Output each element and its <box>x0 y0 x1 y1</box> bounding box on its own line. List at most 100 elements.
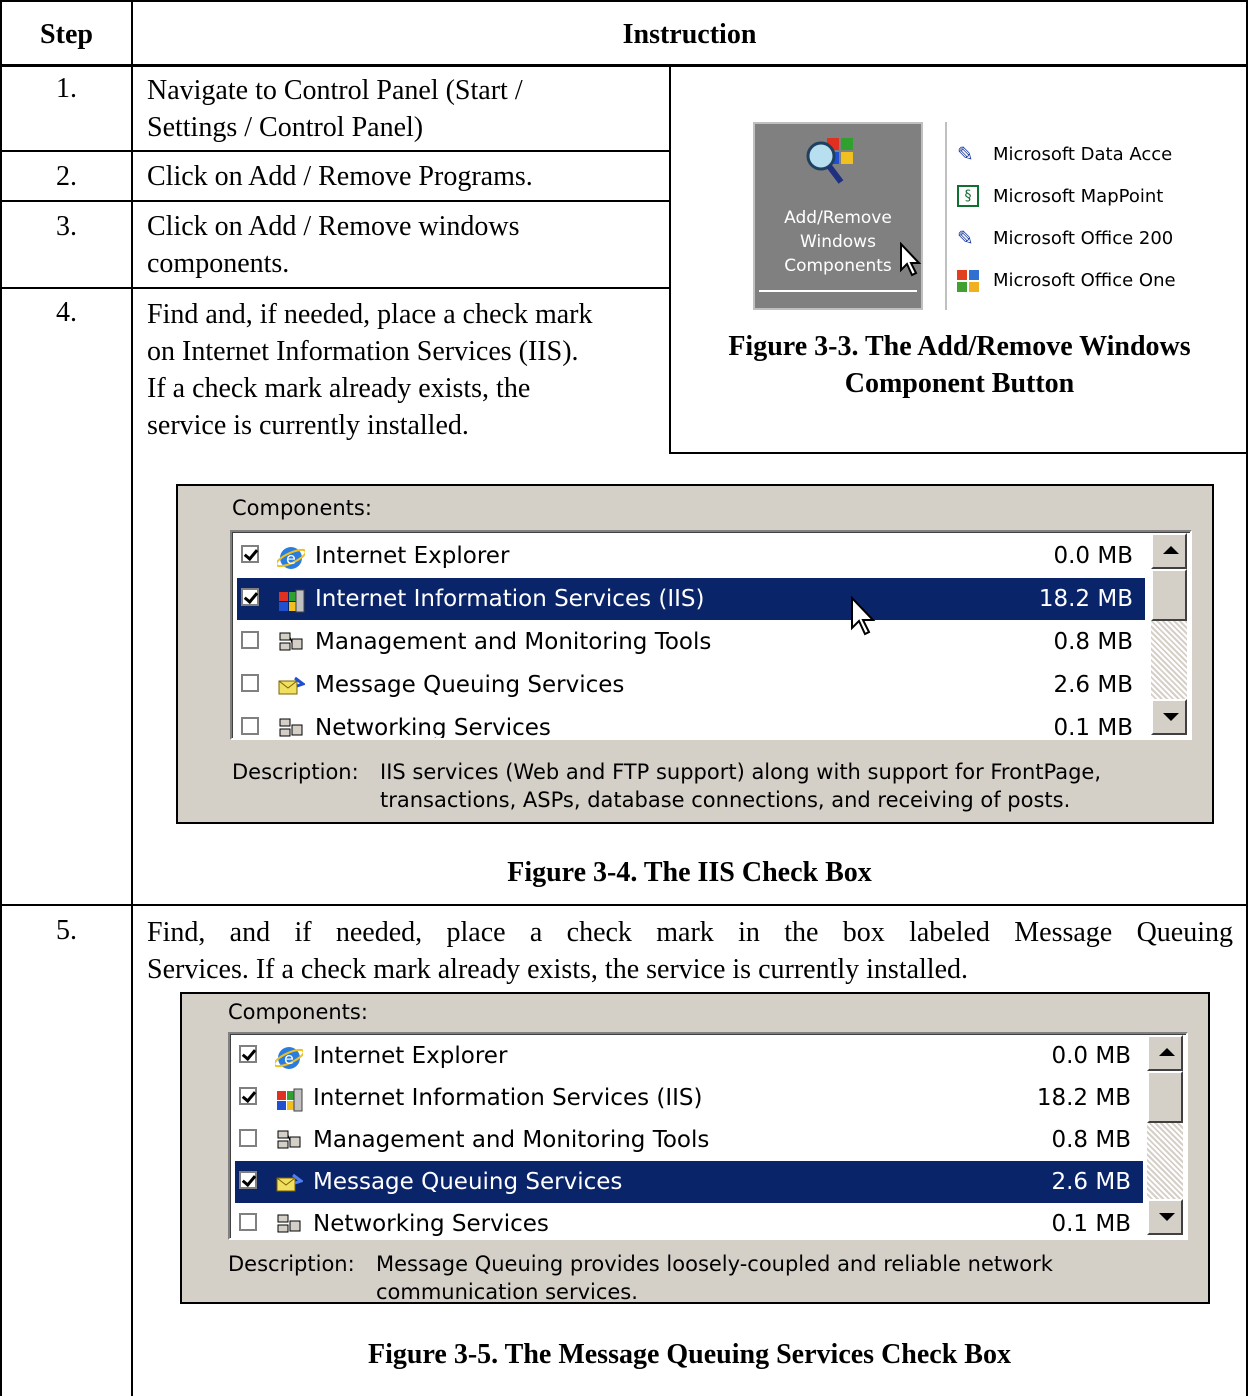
figure35-components-dialog: Components: e Internet Explorer 0.0 MB I… <box>180 992 1210 1304</box>
component-name: Message Queuing Services <box>313 1169 623 1195</box>
scroll-up-arrow-icon[interactable] <box>1147 1035 1183 1071</box>
button-label-line: Add/Remove <box>784 208 892 228</box>
program-list-item[interactable]: ✎ Microsoft Data Acce <box>957 134 1176 176</box>
step-1-line: Navigate to Control Panel (Start / <box>147 75 523 106</box>
mouse-pointer-icon <box>851 596 876 636</box>
installer-icon: ✎ <box>957 226 974 250</box>
description-label: Description: <box>232 760 359 784</box>
component-size: 0.8 MB <box>1051 1127 1131 1153</box>
program-name: Microsoft Data Acce <box>993 144 1173 165</box>
step-4-text: Find and, if needed, place a check mark … <box>147 296 592 444</box>
component-row[interactable]: e Internet Explorer 0.0 MB <box>237 535 1145 577</box>
component-size: 0.8 MB <box>1053 629 1133 655</box>
list-divider <box>945 122 947 310</box>
description-text: Message Queuing provides loosely-coupled… <box>376 1250 1053 1306</box>
components-list[interactable]: e Internet Explorer 0.0 MB Internet Info… <box>230 530 1192 740</box>
step-4-line: service is currently installed. <box>147 410 469 441</box>
network-tools-icon <box>277 629 305 655</box>
networking-icon <box>277 715 305 738</box>
component-row[interactable]: Message Queuing Services 2.6 MB <box>237 664 1145 706</box>
component-size: 2.6 MB <box>1053 672 1133 698</box>
step-1-line: Settings / Control Panel) <box>147 112 424 143</box>
caption-line: Figure 3-3. The Add/Remove Windows <box>728 331 1191 362</box>
components-list[interactable]: e Internet Explorer 0.0 MB Internet Info… <box>228 1032 1188 1240</box>
checkbox[interactable] <box>241 631 259 649</box>
office-icon <box>957 270 979 292</box>
component-size: 18.2 MB <box>1036 1085 1131 1111</box>
checkbox[interactable] <box>241 588 259 606</box>
program-list-item[interactable]: Microsoft Office One <box>957 260 1176 302</box>
figure33-left-border <box>669 66 671 454</box>
program-list-item[interactable]: § Microsoft MapPoint <box>957 176 1176 218</box>
component-row[interactable]: Management and Monitoring Tools 0.8 MB <box>235 1119 1143 1161</box>
scrollbar-thumb[interactable] <box>1151 569 1187 621</box>
checkbox[interactable] <box>239 1129 257 1147</box>
iis-icon <box>275 1085 303 1112</box>
scroll-down-arrow-icon[interactable] <box>1147 1199 1183 1235</box>
step-2-text: Click on Add / Remove Programs. <box>147 161 533 192</box>
component-size: 18.2 MB <box>1038 586 1133 612</box>
components-label: Components: <box>232 496 372 520</box>
figure33-caption: Figure 3-3. The Add/Remove Windows Compo… <box>673 328 1246 402</box>
checkbox[interactable] <box>241 545 259 563</box>
step-3-line: Click on Add / Remove windows <box>147 211 520 242</box>
component-name: Management and Monitoring Tools <box>313 1127 710 1153</box>
scroll-up-arrow-icon[interactable] <box>1151 533 1187 569</box>
component-row-selected[interactable]: Message Queuing Services 2.6 MB <box>235 1161 1143 1203</box>
description-line: Message Queuing provides loosely-coupled… <box>376 1252 1053 1276</box>
component-name: Internet Information Services (IIS) <box>313 1085 703 1111</box>
program-list: ✎ Microsoft Data Acce § Microsoft MapPoi… <box>957 134 1176 302</box>
windows-search-icon <box>806 138 853 184</box>
checkbox[interactable] <box>239 1045 257 1063</box>
step-4-line: Find and, if needed, place a check mark <box>147 299 593 330</box>
button-label-line: Windows <box>800 232 876 252</box>
step-4-number: 4. <box>56 297 77 328</box>
step-1-text: Navigate to Control Panel (Start / Setti… <box>147 72 523 146</box>
checkbox[interactable] <box>239 1087 257 1105</box>
checkbox[interactable] <box>239 1171 257 1189</box>
figure33-screenshot: Add/Remove Windows Components ✎ Microsof… <box>753 110 1183 310</box>
component-row[interactable]: Internet Information Services (IIS) 18.2… <box>235 1077 1143 1119</box>
components-label: Components: <box>228 1000 368 1024</box>
internet-explorer-icon: e <box>273 1043 305 1069</box>
component-size: 2.6 MB <box>1051 1169 1131 1195</box>
component-size: 0.1 MB <box>1051 1211 1131 1237</box>
step-4-line: on Internet Information Services (IIS). <box>147 336 579 367</box>
message-queuing-icon <box>277 672 307 698</box>
step-5-line: Find, and if needed, place a check mark … <box>147 917 1233 948</box>
component-row[interactable]: Networking Services 0.1 MB <box>237 707 1145 740</box>
installer-icon: ✎ <box>957 142 974 166</box>
component-name: Internet Explorer <box>313 1043 508 1069</box>
step-1-number: 1. <box>56 73 77 104</box>
scroll-down-arrow-icon[interactable] <box>1151 699 1187 735</box>
checkbox[interactable] <box>241 674 259 692</box>
description-label: Description: <box>228 1252 355 1276</box>
step-2-number: 2. <box>56 161 77 192</box>
description-line: transactions, ASPs, database connections… <box>380 788 1071 812</box>
header-instruction: Instruction <box>622 19 757 50</box>
program-name: Microsoft MapPoint <box>993 186 1164 207</box>
component-name: Networking Services <box>315 715 551 740</box>
component-row[interactable]: Management and Monitoring Tools 0.8 MB <box>237 621 1145 663</box>
checkbox[interactable] <box>241 717 259 735</box>
step-3-number: 3. <box>56 211 77 242</box>
component-row-selected[interactable]: Internet Information Services (IIS) 18.2… <box>237 578 1145 620</box>
row2-border <box>0 200 671 202</box>
scrollbar-thumb[interactable] <box>1147 1071 1183 1123</box>
figure35-caption: Figure 3-5. The Message Queuing Services… <box>368 1339 1011 1370</box>
svg-text:e: e <box>286 549 296 568</box>
step-3-text: Click on Add / Remove windows components… <box>147 208 520 282</box>
component-name: Internet Explorer <box>315 543 510 569</box>
component-row[interactable]: Networking Services 0.1 MB <box>235 1203 1143 1238</box>
networking-icon <box>275 1211 303 1237</box>
button-underline <box>759 290 917 292</box>
program-list-item[interactable]: ✎ Microsoft Office 200 <box>957 218 1176 260</box>
checkbox[interactable] <box>239 1213 257 1231</box>
step-column-divider <box>131 0 133 1396</box>
step-4-line: If a check mark already exists, the <box>147 373 531 404</box>
step-5-number: 5. <box>56 915 77 946</box>
add-remove-button-label: Add/Remove Windows Components <box>755 206 921 278</box>
add-remove-windows-components-button[interactable]: Add/Remove Windows Components <box>753 122 923 310</box>
figure34-caption: Figure 3-4. The IIS Check Box <box>507 857 872 888</box>
component-row[interactable]: e Internet Explorer 0.0 MB <box>235 1035 1143 1077</box>
